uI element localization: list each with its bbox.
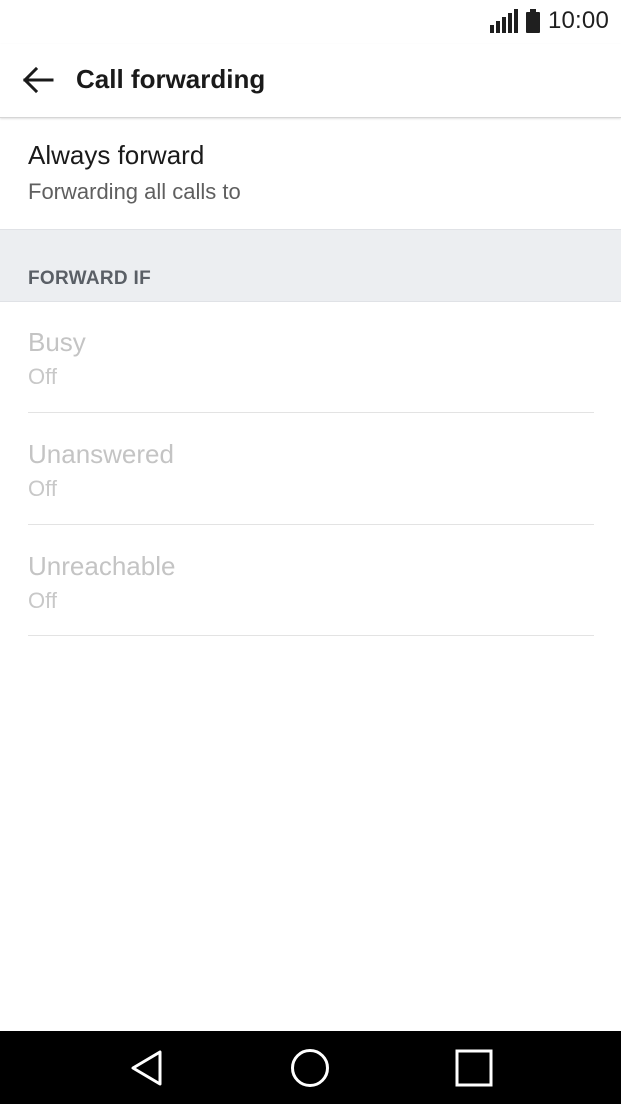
status-bar: 10:00 bbox=[0, 0, 621, 44]
divider bbox=[28, 635, 594, 636]
triangle-back-icon bbox=[131, 1050, 162, 1086]
nav-back-button[interactable] bbox=[124, 1045, 170, 1091]
forward-if-unanswered-item[interactable]: Unanswered Off bbox=[0, 413, 621, 524]
always-forward-title: Always forward bbox=[28, 140, 205, 170]
nav-recents-button[interactable] bbox=[451, 1045, 497, 1091]
page-title: Call forwarding bbox=[76, 64, 266, 94]
square-recents-icon bbox=[455, 1049, 493, 1087]
app-bar: Call forwarding bbox=[0, 44, 621, 118]
status-indicators: 10:00 bbox=[489, 6, 609, 36]
back-button[interactable] bbox=[16, 58, 60, 102]
busy-title: Busy bbox=[28, 327, 86, 357]
navigation-bar bbox=[0, 1031, 621, 1104]
unanswered-status: Off bbox=[28, 476, 57, 501]
forward-if-busy-item[interactable]: Busy Off bbox=[0, 301, 621, 412]
always-forward-summary: Forwarding all calls to bbox=[28, 179, 241, 204]
forward-if-unreachable-item[interactable]: Unreachable Off bbox=[0, 525, 621, 635]
section-header: FORWARD IF bbox=[0, 229, 621, 302]
status-time: 10:00 bbox=[547, 7, 609, 34]
busy-status: Off bbox=[28, 364, 57, 389]
circle-home-icon bbox=[291, 1049, 329, 1087]
signal-icon bbox=[489, 9, 518, 33]
nav-home-button[interactable] bbox=[287, 1045, 333, 1091]
unanswered-title: Unanswered bbox=[28, 439, 174, 469]
battery-icon bbox=[525, 9, 540, 33]
unreachable-status: Off bbox=[28, 588, 57, 613]
section-label: FORWARD IF bbox=[28, 268, 151, 289]
unreachable-title: Unreachable bbox=[28, 551, 176, 581]
always-forward-item[interactable]: Always forward Forwarding all calls to bbox=[0, 118, 621, 229]
arrow-left-icon bbox=[22, 66, 54, 94]
